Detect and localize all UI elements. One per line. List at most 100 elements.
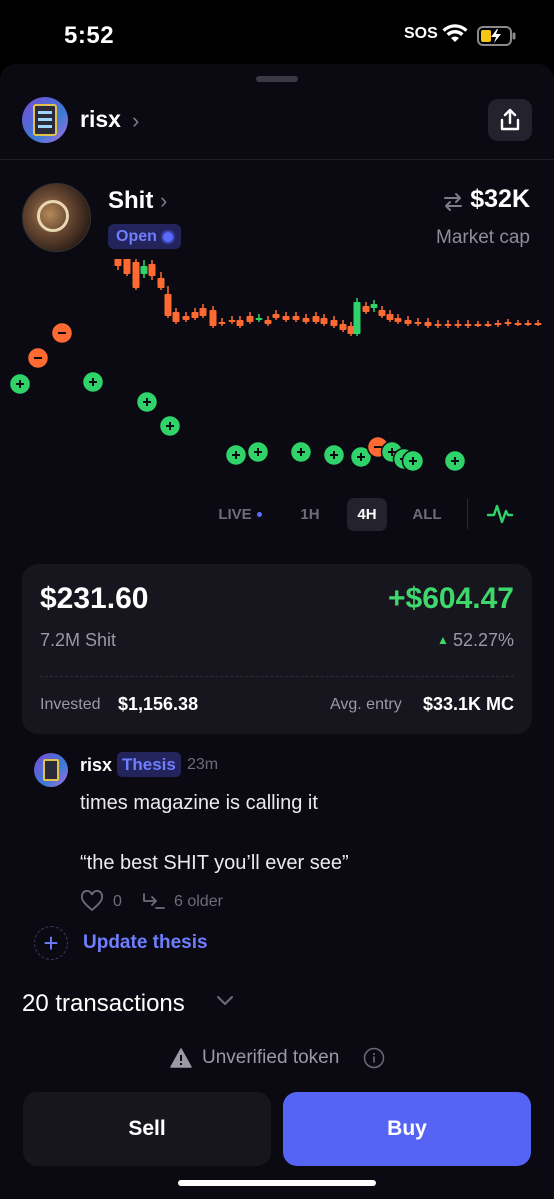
thesis-author-avatar[interactable]: [34, 753, 68, 787]
unverified-token-label: Unverified token: [202, 1047, 340, 1068]
candle-body: [140, 266, 148, 274]
update-thesis-plus-icon[interactable]: +: [34, 926, 68, 960]
sheet-grabber[interactable]: [256, 76, 298, 82]
update-thesis-button[interactable]: Update thesis: [83, 932, 208, 954]
token-avatar[interactable]: [22, 183, 91, 252]
older-theses-link[interactable]: 6 older: [174, 893, 223, 911]
candle-body: [236, 320, 244, 326]
candle-body: [272, 314, 280, 318]
candle-body: [302, 318, 310, 322]
candle-body: [524, 323, 532, 325]
candle-body: [164, 294, 172, 316]
invested-label: Invested: [40, 696, 101, 713]
candle-body: [404, 320, 412, 324]
thesis-author[interactable]: risx: [80, 755, 112, 776]
position-card[interactable]: $231.60 +$604.47 7.2M Shit ▲ 52.27% Inves…: [22, 564, 532, 734]
thesis-badge: Thesis: [117, 752, 181, 777]
history-icon[interactable]: [142, 891, 166, 913]
price-chart[interactable]: [0, 259, 554, 489]
heart-icon[interactable]: [80, 890, 104, 912]
warning-icon: [170, 1048, 192, 1068]
tab-4h[interactable]: 4H: [347, 498, 387, 531]
chevron-right-icon[interactable]: ›: [132, 108, 139, 134]
avg-entry-value: $33.1K MC: [422, 694, 514, 714]
live-dot-icon: [256, 512, 262, 517]
candle-body: [474, 324, 482, 326]
status-badge: Open: [108, 224, 181, 249]
status-time: 5:52: [64, 22, 115, 49]
candle-body: [347, 326, 355, 334]
position-pnl: +$604.47: [388, 582, 514, 615]
candle-body: [157, 278, 165, 288]
candle-body: [114, 259, 122, 266]
market-cap-value: $32K: [470, 185, 530, 213]
candle-body: [444, 324, 452, 326]
username[interactable]: risx: [80, 106, 121, 133]
sos-indicator: SOS: [404, 25, 438, 42]
candle-body: [312, 316, 320, 322]
chevron-right-icon[interactable]: ›: [160, 188, 167, 214]
candle-body: [330, 320, 338, 326]
transactions-toggle[interactable]: 20 transactions: [22, 990, 185, 1018]
candle-body: [246, 316, 254, 322]
range-divider: [467, 499, 468, 529]
candle-body: [534, 323, 542, 325]
home-indicator: [178, 1180, 376, 1186]
buy-button[interactable]: Buy: [283, 1092, 531, 1166]
candle-body: [386, 314, 394, 320]
header-divider: [0, 159, 554, 160]
tab-all[interactable]: ALL: [404, 498, 450, 531]
sell-button[interactable]: Sell: [23, 1092, 271, 1166]
thesis-text-line2: “the best SHIT you’ll ever see”: [80, 852, 349, 874]
candle-body: [339, 324, 347, 330]
candle-body: [148, 264, 156, 276]
invested-value: $1,156.38: [118, 694, 199, 714]
share-icon: [500, 108, 520, 131]
candle-body: [191, 312, 199, 318]
swap-icon[interactable]: [442, 191, 464, 213]
tab-1h[interactable]: 1H: [290, 498, 330, 531]
card-divider: [40, 676, 514, 677]
token-name[interactable]: Shit: [108, 187, 153, 215]
user-avatar[interactable]: [22, 97, 68, 143]
candle-body: [514, 323, 522, 325]
candle-body: [132, 262, 140, 288]
candle-body: [394, 318, 402, 322]
candle-body: [424, 322, 432, 326]
share-button[interactable]: [488, 99, 532, 141]
status-badge-label: Open: [116, 227, 157, 245]
position-amount: 7.2M Shit: [40, 630, 117, 650]
candle-body: [494, 323, 502, 325]
candle-body: [320, 318, 328, 324]
wifi-icon: [442, 24, 468, 42]
candle-body: [255, 318, 263, 320]
candle-body: [199, 308, 207, 316]
candle-body: [123, 259, 131, 274]
candle-body: [282, 316, 290, 320]
candle-body: [228, 320, 236, 322]
likes-count: 0: [113, 893, 122, 910]
thesis-text-line1: times magazine is calling it: [80, 792, 318, 814]
candle-body: [353, 302, 361, 334]
token-sheet: risx › Shit › Open $32K Market cap LIVE …: [0, 64, 554, 1199]
status-bar: 5:52 SOS: [0, 0, 554, 64]
battery-icon: [477, 26, 516, 46]
thesis-time: 23m: [187, 756, 219, 773]
status-dot-icon: [162, 231, 173, 242]
market-cap-label: Market cap: [436, 227, 530, 248]
candle-body: [362, 306, 370, 312]
candle-body: [292, 316, 300, 320]
position-value: $231.60: [40, 582, 149, 615]
tab-live[interactable]: LIVE: [212, 498, 268, 531]
avg-entry-label: Avg. entry: [330, 696, 402, 713]
info-icon[interactable]: [363, 1047, 385, 1069]
candle-body: [182, 316, 190, 320]
candle-body: [218, 322, 226, 324]
candle-body: [464, 324, 472, 326]
candle-body: [378, 310, 386, 316]
candle-body: [370, 304, 378, 308]
candle-body: [504, 322, 512, 324]
pnl-percent-value: 52.27%: [452, 630, 514, 650]
chevron-down-icon[interactable]: [216, 993, 234, 1007]
chart-type-icon[interactable]: [486, 501, 514, 527]
